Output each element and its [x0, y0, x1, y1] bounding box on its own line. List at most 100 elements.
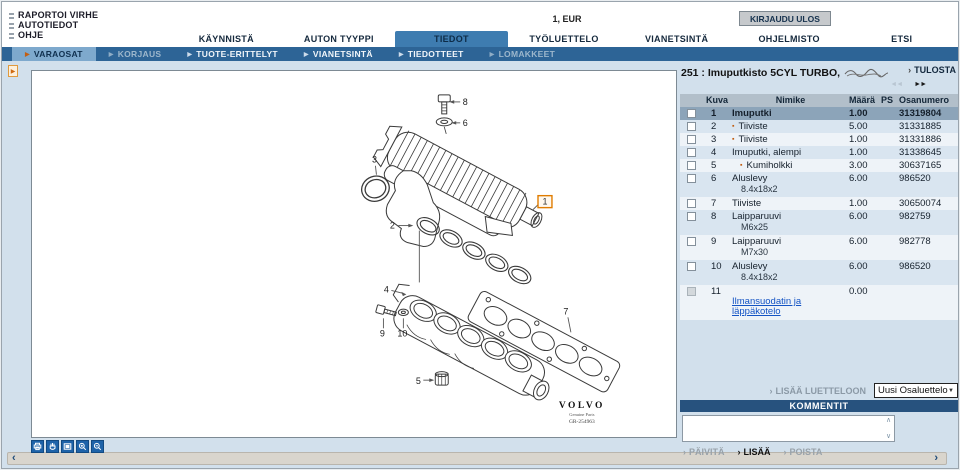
row-name: Imuputki [732, 107, 849, 120]
pan-icon[interactable] [46, 440, 59, 453]
row-checkbox-disabled [687, 287, 696, 296]
row-checkbox[interactable] [687, 212, 696, 221]
menu-item-help[interactable]: OHJE [9, 31, 98, 40]
diagram-viewer-panel: 8 6 3 2 4 9 10 5 7 1 VOLVO [31, 70, 677, 438]
scroll-down-icon[interactable]: ∨ [886, 433, 891, 440]
row-checkbox[interactable] [687, 262, 696, 271]
zoom-window-icon[interactable] [61, 440, 74, 453]
part-row-11[interactable]: 11 Ilmansuodatin ja läppäkotelo 0.00 [680, 285, 959, 320]
row-checkbox[interactable] [687, 199, 696, 208]
zoom-in-icon[interactable] [76, 440, 89, 453]
subtab-varaosat[interactable]: ▶ VARAOSAT [12, 47, 96, 61]
row-partnumber: 31338645 [899, 146, 959, 159]
prev-page-icon[interactable]: ◄◄ [890, 81, 902, 88]
scroll-left-icon[interactable]: ‹ [12, 452, 16, 465]
subtab-tuote-erittelyt[interactable]: ▶ TUOTE-ERITTELYT [174, 47, 291, 61]
parts-list-select[interactable]: Uusi Osaluettelo ▼ [874, 383, 958, 398]
part-row-6[interactable]: 6 Aluslevy8.4x18x2 6.00 986520 [680, 172, 959, 197]
part-row-8[interactable]: 8 LaipparuuviM6x25 6.00 982759 [680, 210, 959, 235]
row-qty: 6.00 [849, 260, 881, 273]
row-qty: 1.00 [849, 133, 881, 146]
link-arrow-icon: › [908, 65, 911, 75]
callout-1-highlighted[interactable]: 1 [538, 196, 552, 208]
row-name: ▪Tiiviste [732, 120, 849, 133]
tab-etsi[interactable]: ETSI [845, 31, 958, 47]
print-icon[interactable] [31, 440, 44, 453]
menu-item-vehicle-info[interactable]: AUTOTIEDOT [9, 21, 98, 30]
part-row-2[interactable]: 2 ▪Tiiviste 5.00 31331885 [680, 120, 959, 133]
menu-item-report-error[interactable]: RAPORTOI VIRHE [9, 11, 98, 20]
row-number: 2 [702, 120, 732, 133]
subtab-label: TIEDOTTEET [408, 49, 464, 59]
row-qty: 6.00 [849, 210, 881, 223]
row-checkbox[interactable] [687, 135, 696, 144]
subtab-label: VARAOSAT [34, 49, 83, 59]
row-name: Ilmansuodatin ja läppäkotelo [732, 285, 849, 320]
tab-kaynnista[interactable]: KÄYNNISTÄ [170, 31, 283, 47]
subtab-lomakkeet[interactable]: ▶ LOMAKKEET [477, 47, 568, 61]
row-name: ▪Kumiholkki [732, 159, 849, 172]
row-checkbox[interactable] [687, 109, 696, 118]
row-checkbox[interactable] [687, 174, 696, 183]
part-row-9[interactable]: 9 LaipparuuviM7x30 6.00 982778 [680, 235, 959, 260]
callout-8[interactable]: 8 [463, 97, 468, 107]
top-bar: RAPORTOI VIRHE AUTOTIEDOT OHJE 1, EUR KI… [2, 2, 958, 47]
table-header-row: Kuva Nimike Määrä PS Osanumero [680, 94, 959, 107]
subtab-vianetsinta[interactable]: ▶ VIANETSINTÄ [291, 47, 386, 61]
next-page-icon[interactable]: ►► [914, 81, 926, 88]
row-dimension: M6x25 [732, 223, 849, 235]
part-row-4[interactable]: 4 Imuputki, alempi 1.00 31338645 [680, 146, 959, 159]
part-row-10[interactable]: 10 Aluslevy8.4x18x2 6.00 986520 [680, 260, 959, 285]
callout-9[interactable]: 9 [380, 328, 385, 338]
viewer-toolbar [31, 440, 104, 453]
menu-bullet-icon [9, 13, 14, 19]
panel-toggle-icon[interactable]: ▶ [8, 65, 18, 77]
part-row-5[interactable]: 5 ▪Kumiholkki 3.00 30637165 [680, 159, 959, 172]
row-name: Tiiviste [732, 197, 849, 210]
callout-5[interactable]: 5 [416, 376, 421, 386]
delete-button-label: POISTA [790, 447, 823, 457]
tab-vianetsinta[interactable]: VIANETSINTÄ [620, 31, 733, 47]
row-checkbox[interactable] [687, 161, 696, 170]
row-partnumber: 31331885 [899, 120, 959, 133]
callout-2[interactable]: 2 [390, 221, 395, 231]
row-number: 4 [702, 146, 732, 159]
callout-10[interactable]: 10 [397, 328, 407, 338]
tab-ohjelmisto[interactable]: OHJELMISTO [733, 31, 846, 47]
comments-header: KOMMENTIT [680, 400, 958, 412]
add-to-list-link[interactable]: › LISÄÄ LUETTELOON [770, 386, 867, 396]
parts-list-select-value: Uusi Osaluettelo [878, 385, 948, 396]
related-group-link[interactable]: Ilmansuodatin ja läppäkotelo [732, 297, 849, 320]
subtab-korjaus[interactable]: ▶ KORJAUS [96, 47, 175, 61]
col-maara: Määrä [849, 94, 881, 107]
header-checkbox-col [680, 94, 702, 96]
scroll-up-icon[interactable]: ∧ [886, 417, 891, 424]
subtab-tiedotteet[interactable]: ▶ TIEDOTTEET [386, 47, 477, 61]
callout-6[interactable]: 6 [463, 118, 468, 128]
row-partnumber: 30650074 [899, 197, 959, 210]
comment-textarea[interactable] [683, 416, 883, 441]
callout-7[interactable]: 7 [563, 306, 568, 316]
link-arrow-icon: › [683, 447, 686, 457]
row-checkbox[interactable] [687, 122, 696, 131]
print-link[interactable]: › TULOSTA [908, 65, 956, 75]
part-row-7[interactable]: 7 Tiiviste 1.00 30650074 [680, 197, 959, 210]
tab-tyoluettelo[interactable]: TYÖLUETTELO [508, 31, 621, 47]
row-number: 10 [702, 260, 732, 273]
row-partnumber: 986520 [899, 172, 959, 185]
tab-tiedot[interactable]: TIEDOT [395, 31, 508, 47]
chevron-down-icon: ▼ [948, 388, 954, 394]
tab-auton-tyyppi[interactable]: AUTON TYYPPI [283, 31, 396, 47]
part-row-3[interactable]: 3 ▪Tiiviste 1.00 31331886 [680, 133, 959, 146]
row-checkbox[interactable] [687, 237, 696, 246]
logout-button[interactable]: KIRJAUDU ULOS [739, 11, 831, 26]
callout-4[interactable]: 4 [384, 284, 389, 294]
add-button[interactable]: › LISÄÄ [738, 447, 771, 457]
part-row-1[interactable]: 1 Imuputki 1.00 31319804 [680, 107, 959, 120]
delete-button[interactable]: › POISTA [784, 447, 823, 457]
callout-3[interactable]: 3 [372, 155, 377, 165]
row-checkbox[interactable] [687, 148, 696, 157]
update-button[interactable]: › PÄIVITÄ [683, 447, 725, 457]
zoom-out-icon[interactable] [91, 440, 104, 453]
subtab-label: TUOTE-ERITTELYT [196, 49, 278, 59]
